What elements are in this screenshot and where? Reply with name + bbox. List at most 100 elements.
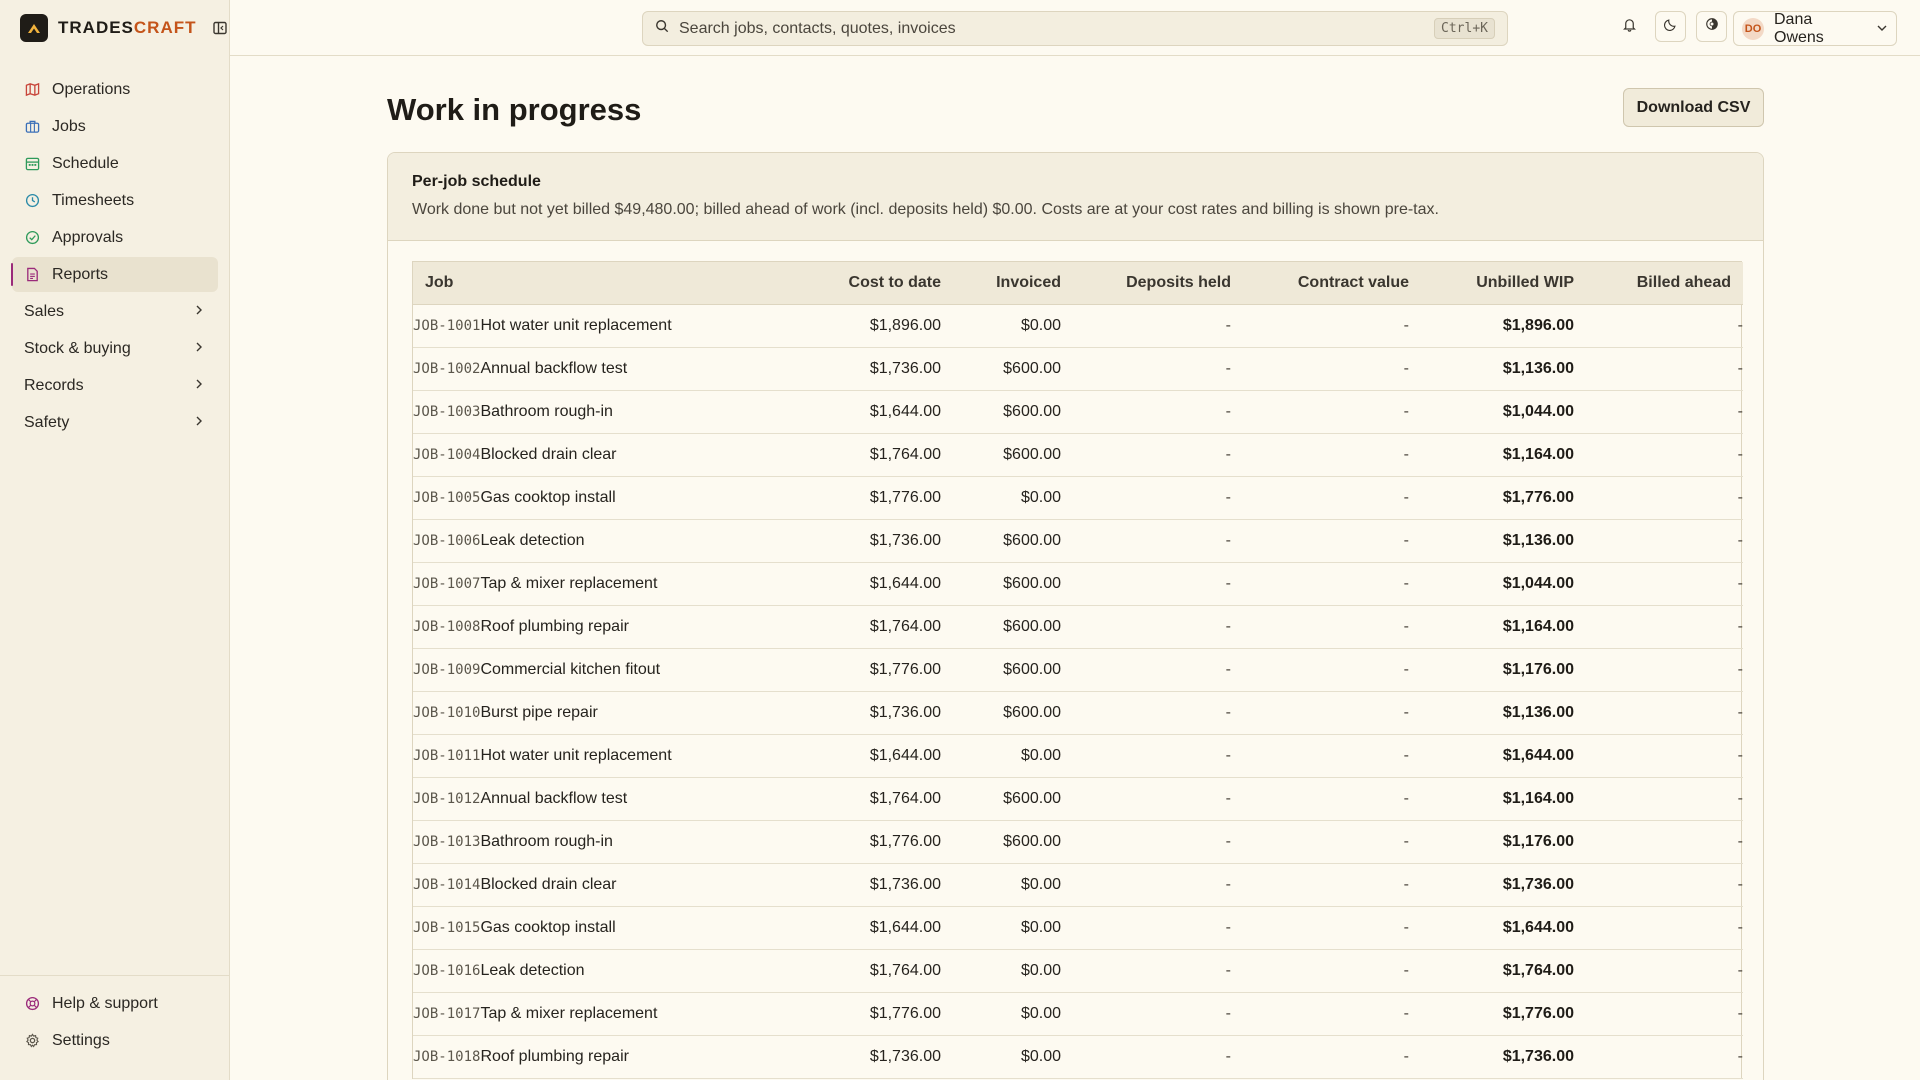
job-cell[interactable]: JOB-1007Tap & mixer replacement (413, 562, 813, 606)
sidebar-item-reports[interactable]: Reports (11, 257, 218, 292)
job-name: Tap & mixer replacement (480, 574, 658, 592)
brand[interactable]: TRADESCRAFT (20, 14, 229, 42)
card-title: Per-job schedule (412, 173, 541, 190)
column-header-deposits-held[interactable]: Deposits held (1073, 262, 1243, 305)
table-row[interactable]: JOB-1001Hot water unit replacement $1,896… (413, 304, 1743, 348)
job-id: JOB-1017 (413, 1005, 481, 1022)
column-header-contract-value[interactable]: Contract value (1243, 262, 1421, 305)
sidebar-group-safety[interactable]: Safety (12, 405, 218, 440)
job-cell[interactable]: JOB-1016Leak detection (413, 949, 813, 993)
column-header-cost-to-date[interactable]: Cost to date (813, 262, 953, 305)
job-cell[interactable]: JOB-1012Annual backflow test (413, 777, 813, 821)
job-cell[interactable]: JOB-1006Leak detection (413, 519, 813, 563)
deposits-held-cell: - (1073, 476, 1243, 520)
search-shortcut: Ctrl+K (1434, 18, 1495, 39)
deposits-held-cell: - (1073, 304, 1243, 348)
column-header-invoiced[interactable]: Invoiced (953, 262, 1073, 305)
job-cell[interactable]: JOB-1004Blocked drain clear (413, 433, 813, 477)
job-id: JOB-1002 (413, 360, 481, 377)
table-row[interactable]: JOB-1009Commercial kitchen fitout $1,776.… (413, 648, 1743, 692)
job-cell[interactable]: JOB-1017Tap & mixer replacement (413, 992, 813, 1036)
contract-value-cell: - (1243, 476, 1421, 520)
sidebar-item-approvals[interactable]: Approvals (12, 220, 218, 255)
table-row[interactable]: JOB-1003Bathroom rough-in $1,644.00 $600.0… (413, 390, 1743, 434)
sidebar-item-operations[interactable]: Operations (12, 72, 218, 107)
job-cell[interactable]: JOB-1018Roof plumbing repair (413, 1035, 813, 1079)
job-id: JOB-1007 (413, 575, 481, 592)
column-header-billed-ahead[interactable]: Billed ahead (1586, 262, 1743, 305)
sidebar-item-jobs[interactable]: Jobs (12, 109, 218, 144)
table-row[interactable]: JOB-1013Bathroom rough-in $1,776.00 $600.0… (413, 820, 1743, 864)
cost-to-date-cell: $1,764.00 (813, 433, 953, 477)
column-header-job[interactable]: Job (413, 262, 813, 305)
table-row[interactable]: JOB-1016Leak detection $1,764.00 $0.00- - $1… (413, 949, 1743, 993)
sidebar-item-schedule[interactable]: Schedule (12, 146, 218, 181)
invoiced-cell: $0.00 (953, 906, 1073, 950)
table-row[interactable]: JOB-1004Blocked drain clear $1,764.00 $600… (413, 433, 1743, 477)
notifications-button[interactable] (1614, 11, 1645, 42)
job-cell[interactable]: JOB-1001Hot water unit replacement (413, 304, 813, 348)
table-row[interactable]: JOB-1015Gas cooktop install $1,644.00 $0.0… (413, 906, 1743, 950)
deposits-held-cell: - (1073, 1035, 1243, 1079)
unbilled-wip-cell: $1,736.00 (1421, 863, 1586, 907)
help-icon (24, 996, 40, 1012)
table-row[interactable]: JOB-1014Blocked drain clear $1,736.00 $0.0… (413, 863, 1743, 907)
billed-ahead-cell: - (1586, 1035, 1743, 1079)
table-row[interactable]: JOB-1017Tap & mixer replacement $1,776.00… (413, 992, 1743, 1036)
billed-ahead-cell: - (1586, 390, 1743, 434)
job-cell[interactable]: JOB-1011Hot water unit replacement (413, 734, 813, 778)
job-cell[interactable]: JOB-1015Gas cooktop install (413, 906, 813, 950)
job-cell[interactable]: JOB-1003Bathroom rough-in (413, 390, 813, 434)
sidebar-group-sales[interactable]: Sales (12, 294, 218, 329)
table-row[interactable]: JOB-1006Leak detection $1,736.00 $600.00- -… (413, 519, 1743, 563)
search-input[interactable]: Search jobs, contacts, quotes, invoices … (642, 11, 1508, 46)
sidebar-collapse-icon[interactable] (211, 19, 229, 37)
sidebar-group-stock-buying[interactable]: Stock & buying (12, 331, 218, 366)
table-row[interactable]: JOB-1008Roof plumbing repair $1,764.00 $60… (413, 605, 1743, 649)
sidebar-item-timesheets[interactable]: Timesheets (12, 183, 218, 218)
contract-value-cell: - (1243, 863, 1421, 907)
unbilled-wip-cell: $1,164.00 (1421, 433, 1586, 477)
invoiced-cell: $0.00 (953, 734, 1073, 778)
job-cell[interactable]: JOB-1009Commercial kitchen fitout (413, 648, 813, 692)
table-row[interactable]: JOB-1010Burst pipe repair $1,736.00 $600.0… (413, 691, 1743, 735)
briefcase-icon (24, 119, 40, 135)
table-row[interactable]: JOB-1012Annual backflow test $1,764.00 $60… (413, 777, 1743, 821)
sidebar-item-settings[interactable]: Settings (12, 1023, 217, 1058)
deposits-held-cell: - (1073, 433, 1243, 477)
job-cell[interactable]: JOB-1010Burst pipe repair (413, 691, 813, 735)
contrast-toggle[interactable] (1696, 11, 1727, 42)
table-row[interactable]: JOB-1007Tap & mixer replacement $1,644.00… (413, 562, 1743, 606)
billed-ahead-cell: - (1586, 691, 1743, 735)
download-csv-button[interactable]: Download CSV (1623, 88, 1764, 127)
job-cell[interactable]: JOB-1014Blocked drain clear (413, 863, 813, 907)
table-row[interactable]: JOB-1018Roof plumbing repair $1,736.00 $0.… (413, 1035, 1743, 1079)
cost-to-date-cell: $1,776.00 (813, 992, 953, 1036)
invoiced-cell: $0.00 (953, 992, 1073, 1036)
job-id: JOB-1018 (413, 1048, 481, 1065)
job-id: JOB-1014 (413, 876, 481, 893)
job-cell[interactable]: JOB-1005Gas cooktop install (413, 476, 813, 520)
table-row[interactable]: JOB-1011Hot water unit replacement $1,644… (413, 734, 1743, 778)
cost-to-date-cell: $1,644.00 (813, 906, 953, 950)
dark-mode-toggle[interactable] (1655, 11, 1686, 42)
user-menu[interactable]: DO Dana Owens (1733, 11, 1897, 46)
job-cell[interactable]: JOB-1002Annual backflow test (413, 347, 813, 391)
column-header-unbilled-wip[interactable]: Unbilled WIP (1421, 262, 1586, 305)
table-row[interactable]: JOB-1002Annual backflow test $1,736.00 $60… (413, 347, 1743, 391)
contract-value-cell: - (1243, 304, 1421, 348)
billed-ahead-cell: - (1586, 605, 1743, 649)
unbilled-wip-cell: $1,136.00 (1421, 519, 1586, 563)
job-cell[interactable]: JOB-1013Bathroom rough-in (413, 820, 813, 864)
user-name: Dana Owens (1774, 10, 1824, 46)
deposits-held-cell: - (1073, 562, 1243, 606)
job-name: Burst pipe repair (480, 703, 598, 721)
table-row[interactable]: JOB-1005Gas cooktop install $1,776.00 $0.0… (413, 476, 1743, 520)
sidebar-group-records[interactable]: Records (12, 368, 218, 403)
cost-to-date-cell: $1,736.00 (813, 347, 953, 391)
cost-to-date-cell: $1,644.00 (813, 734, 953, 778)
job-cell[interactable]: JOB-1008Roof plumbing repair (413, 605, 813, 649)
moon-icon (1663, 17, 1678, 36)
sidebar-footer: Help & support Settings (0, 975, 229, 1080)
sidebar-item-help-support[interactable]: Help & support (12, 986, 217, 1021)
